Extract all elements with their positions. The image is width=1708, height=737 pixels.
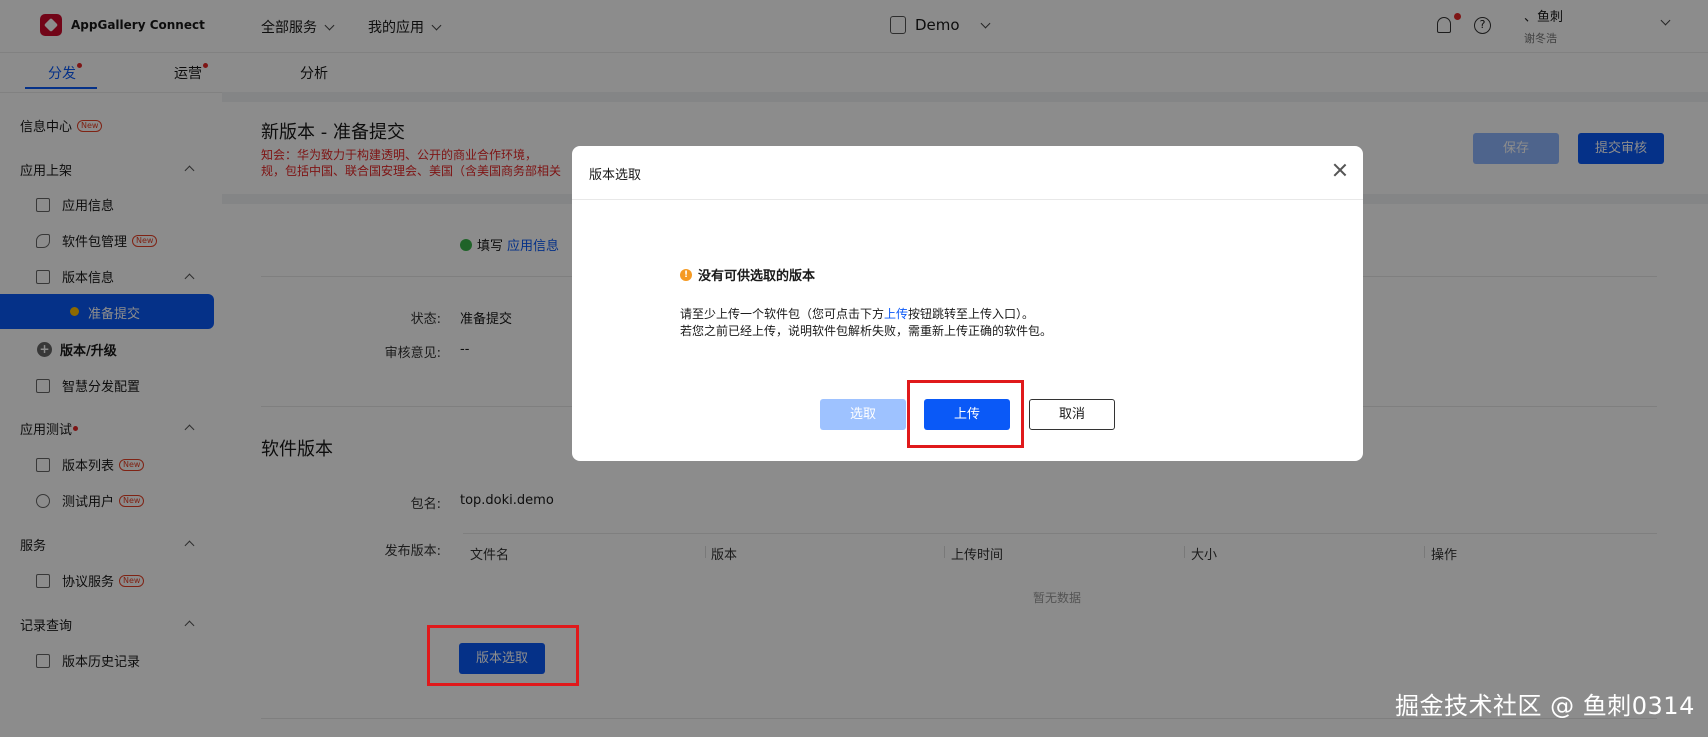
close-icon[interactable]	[1330, 160, 1350, 180]
message-text: 按钮跳转至上传入口）。	[908, 307, 1035, 321]
highlight-box-upload	[907, 380, 1024, 448]
dialog-title: 版本选取	[589, 168, 642, 183]
warning-heading: ! 没有可供选取的版本	[680, 265, 815, 284]
warning-icon: !	[680, 268, 692, 281]
dialog-divider	[572, 199, 1363, 200]
highlight-box-version-pick	[427, 625, 579, 686]
message-text: 请至少上传一个软件包（您可点击下方	[680, 307, 885, 321]
upload-link[interactable]: 上传	[884, 307, 908, 321]
warning-title: 没有可供选取的版本	[698, 269, 816, 284]
select-button[interactable]: 选取	[820, 399, 906, 430]
watermark-text: 掘金技术社区 @ 鱼刺0314	[1395, 692, 1695, 720]
dialog-message-line-2: 若您之前已经上传，说明软件包解析失败，需重新上传正确的软件包。	[680, 324, 1053, 338]
cancel-button[interactable]: 取消	[1029, 399, 1115, 430]
dialog-message-line-1: 请至少上传一个软件包（您可点击下方上传按钮跳转至上传入口）。	[680, 305, 1034, 322]
